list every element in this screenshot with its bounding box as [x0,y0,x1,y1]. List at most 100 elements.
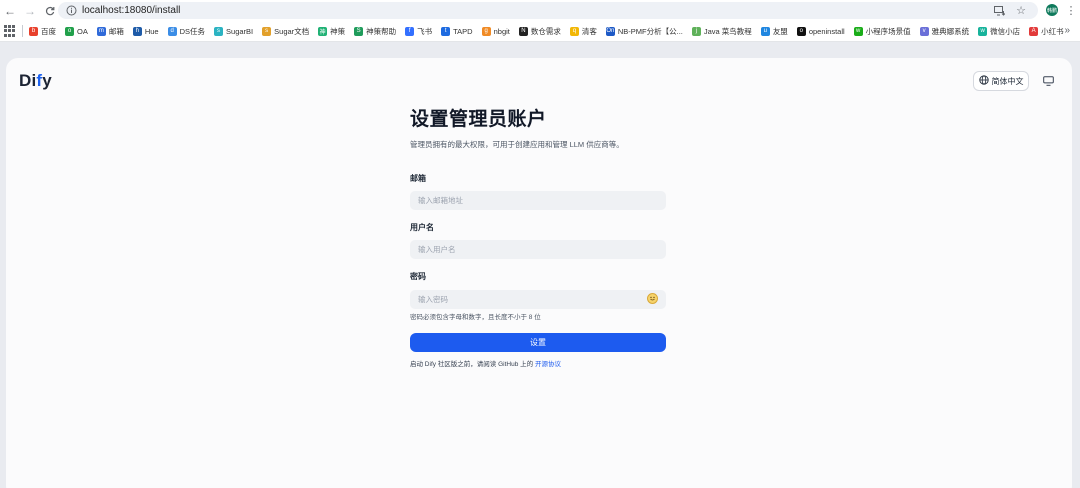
agreement-text: 启动 Dify 社区版之前，请阅读 GitHub 上的 开源协议 [410,358,666,368]
password-label: 密码 [410,272,426,281]
admin-setup-form: 设置管理员账户 管理员拥有的最大权限，可用于创建应用和管理 LLM 供应商等。 … [410,104,666,368]
qingke-icon: q [569,26,579,36]
email-field[interactable] [410,191,666,210]
bookmark-item[interactable]: 神神策 [318,26,345,37]
page-viewport: Dify 简体中文 设置管理员账户 管理员拥有的最大权限，可用于创建应用和管理 … [0,42,1080,488]
nbgit-icon: g [481,26,491,36]
bookmark-label: TAPD [453,26,473,36]
bookmark-item[interactable]: j Java 菜鸟教程 [691,26,752,37]
bookmark-item[interactable]: w 小程序场景值 [853,26,911,37]
wechat-shop-icon: w [978,26,988,36]
bookmark-label: Sugar文档 [274,26,310,36]
site-info-icon[interactable] [62,2,80,19]
username-field[interactable] [410,240,666,259]
forward-icon[interactable]: → [20,1,40,21]
browser-toolbar: ← → localhost:18080/install ☆ 韩鹏 ⋮ [0,0,1080,21]
umeng-icon: u [760,26,770,36]
bookmark-label: 雅典娜系统 [931,26,970,36]
monitor-icon[interactable] [1042,75,1054,87]
bookmark-item[interactable]: d DS任务 [167,26,206,37]
bookmark-item[interactable]: s SugarBI [214,26,254,36]
bookmark-label: SugarBI [226,26,254,36]
bookmark-label: 飞书 [417,26,433,36]
sugar-doc-icon: s [262,26,272,36]
bookmark-label: NB-PMF分析【公... [617,26,683,36]
page-title: 设置管理员账户 [410,109,547,130]
bookmark-item[interactable]: N 数仓需求 [518,26,561,37]
email-label: 邮箱 [410,174,426,183]
bookmark-star-icon[interactable]: ☆ [1014,4,1028,18]
bookmark-label: 百度 [41,26,56,36]
bookmark-label: 数仓需求 [530,26,561,36]
tapd-icon: t [441,26,451,36]
bookmark-label: 神策帮助 [366,26,397,36]
ds-icon: d [167,26,177,36]
language-label: 简体中文 [991,76,1024,86]
password-box [410,289,666,309]
dify-logo[interactable]: Dify [19,71,52,91]
athena-icon: v [919,26,929,36]
bookmark-item[interactable]: o openinstall [796,26,845,36]
bookmark-label: openinstall [808,26,845,36]
bookmark-label: 邮箱 [108,26,124,36]
sensors-help-icon: S [354,26,364,36]
bookmark-item[interactable]: u 友盟 [760,26,788,37]
password-hint: 密码必须包含字母和数字，且长度不小于 8 位 [410,314,541,321]
bookmark-item[interactable]: w 微信小店 [978,26,1020,37]
sensors-icon: 神 [318,26,328,36]
baidu-icon: b [29,26,38,36]
reload-icon[interactable] [40,1,60,21]
bookmark-item[interactable]: q 清客 [569,26,597,37]
install-app-icon[interactable] [992,4,1006,18]
password-field[interactable] [410,290,666,309]
browser-menu-icon[interactable]: ⋮ [1064,2,1078,19]
bookmark-label: nbgit [493,26,510,36]
runoob-icon: j [691,26,701,36]
bookmark-item[interactable]: S 神策帮助 [354,26,396,37]
apps-grid-icon[interactable] [4,25,16,37]
wechat-icon: w [853,26,863,36]
bookmark-item[interactable]: m 邮箱 [96,26,124,37]
language-selector[interactable]: 简体中文 [973,71,1029,91]
bookmark-item[interactable]: On NB-PMF分析【公... [605,26,683,37]
bookmark-label: 清客 [581,26,597,36]
bookmark-label: Hue [144,26,159,36]
sugarbi-icon: s [214,26,224,36]
bookmark-item[interactable]: o OA [65,26,88,36]
username-label: 用户名 [410,223,434,232]
bookmark-label: OA [77,26,88,36]
notion-icon: N [518,26,528,36]
bookmark-label: DS任务 [179,26,206,36]
url-text: localhost:18080/install [82,5,181,16]
bookmark-label: 小程序场景值 [865,26,911,36]
profile-avatar[interactable]: 韩鹏 [1046,4,1058,16]
show-password-icon[interactable] [647,293,658,304]
bookmark-item[interactable]: t TAPD [441,26,473,36]
bookmark-label: 小红书 [1041,26,1064,36]
bookmarks-bar: b 百度 o OA m 邮箱 h Hue d DS任务 s SugarBI s Sugar文档神神策 S 神策… [0,21,1080,42]
install-card: Dify 简体中文 设置管理员账户 管理员拥有的最大权限，可用于创建应用和管理 … [6,58,1072,488]
bookmark-item[interactable]: b 百度 [29,26,56,37]
bookmark-item[interactable]: v 雅典娜系统 [919,26,970,37]
bookmark-item[interactable]: A 小红书 [1029,26,1064,37]
bookmark-item[interactable]: s Sugar文档 [262,26,309,37]
address-bar[interactable]: localhost:18080/install ☆ [58,2,1038,19]
bookmark-label: Java 菜鸟教程 [703,26,752,36]
bookmark-label: 微信小店 [990,26,1021,36]
bookmark-item[interactable]: h Hue [132,26,159,36]
globe-icon [978,75,989,87]
more-bookmarks-icon[interactable]: » [1064,25,1070,36]
oa-icon: o [65,26,74,36]
submit-button[interactable]: 设置 [410,333,666,352]
bookmark-item[interactable]: f 飞书 [405,26,432,37]
agreement-prefix: 启动 Dify 社区版之前，请阅读 GitHub 上的 [410,361,535,368]
bookmarks-divider [22,25,23,37]
mail-icon: m [96,26,106,36]
on-icon: On [605,26,615,36]
open-source-license-link[interactable]: 开源协议 [535,361,561,368]
xiaohongshu-icon: A [1029,26,1039,36]
back-icon[interactable]: ← [0,1,20,21]
openinstall-icon: o [796,26,806,36]
bookmark-label: 神策 [330,26,346,36]
bookmark-item[interactable]: g nbgit [481,26,510,36]
